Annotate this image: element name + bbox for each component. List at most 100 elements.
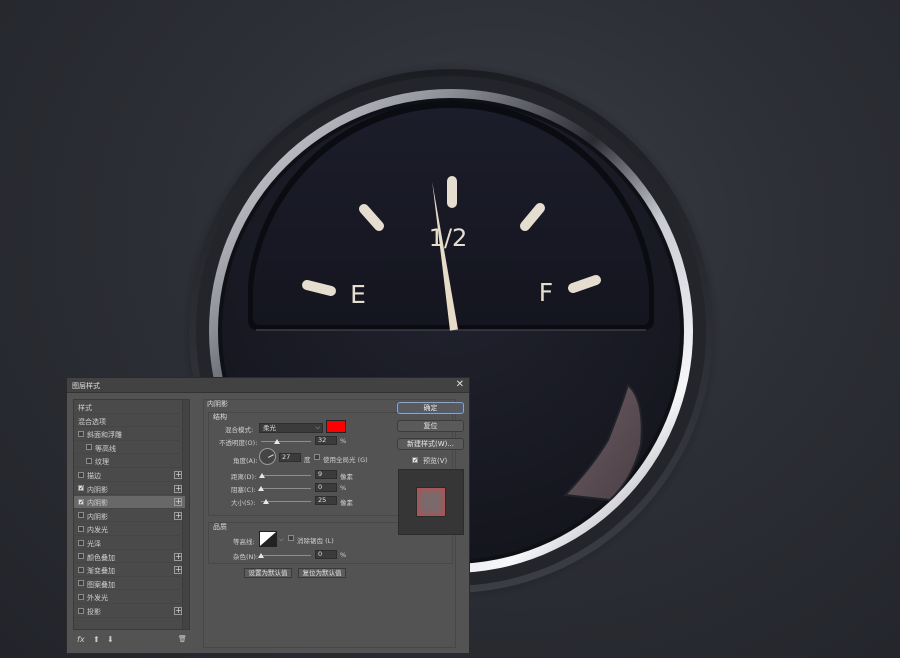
style-list-item[interactable]: 颜色叠加 + [74,551,185,564]
distance-input[interactable]: 9 [315,470,337,479]
style-list-item[interactable]: 外发光 [74,591,185,604]
preview-checkbox[interactable]: ✓ [412,457,418,464]
style-list-checkbox[interactable] [78,512,84,519]
choke-slider-thumb[interactable] [258,486,264,491]
opacity-slider-thumb[interactable] [274,439,280,444]
global-light-label: 使用全局光 (G) [323,456,368,464]
ok-button[interactable]: 确定 [397,402,464,414]
reset-default-button[interactable]: 复位为默认值 [298,568,346,578]
move-down-icon[interactable]: ⬇ [107,635,114,644]
angle-dial[interactable] [259,448,276,465]
angle-input[interactable]: 27 [279,453,301,462]
size-input[interactable]: 25 [315,496,337,505]
choke-unit: % [340,484,347,492]
style-list-item[interactable]: 内阴影 + [74,510,185,523]
style-list-checkbox[interactable] [78,430,84,437]
chevron-down-icon[interactable]: ⌵ [279,536,284,544]
style-list-checkbox[interactable] [78,566,84,573]
trash-icon[interactable]: 🗑 [178,635,187,643]
style-list-item-label: 斜面和浮雕 [87,431,122,440]
preview-label: 预览(V) [423,457,448,465]
size-slider[interactable] [261,497,311,505]
angle-dial-needle [268,454,274,458]
style-list-checkbox[interactable]: ✓ [78,498,84,505]
add-effect-icon[interactable]: + [174,607,182,615]
distance-slider-thumb[interactable] [259,473,265,478]
style-list-item-label: 纹理 [95,458,109,467]
style-list-item-label: 渐变叠加 [87,567,115,576]
add-effect-icon[interactable]: + [174,511,182,520]
noise-slider-thumb[interactable] [258,553,264,558]
style-list-item[interactable]: ✓ 内阴影 + [74,483,185,496]
style-list-item[interactable]: 描边 + [74,469,185,482]
move-up-icon[interactable]: ⬆ [93,635,100,644]
antialias-checkbox[interactable] [288,535,294,541]
noise-slider[interactable] [258,551,311,559]
style-list-item[interactable]: 纹理 [74,455,185,468]
contour-label: 等高线: [233,538,255,546]
style-list-checkbox[interactable] [78,471,84,478]
structure-title: 结构 [213,413,227,421]
new-style-button[interactable]: 新建样式(W)... [397,438,464,450]
style-list-footer: fx ⬆ ⬇ 🗑 [73,634,190,648]
noise-input[interactable]: 0 [315,550,337,559]
add-effect-icon[interactable]: + [174,552,182,561]
size-slider-thumb[interactable] [263,499,269,504]
quality-title: 品质 [213,523,227,531]
opacity-label: 不透明度(O): [219,439,258,447]
distance-unit: 像素 [340,473,353,481]
reset-button[interactable]: 复位 [397,420,464,432]
global-light-checkbox[interactable] [314,454,320,460]
blend-mode-dropdown[interactable]: 柔光 ⌵ [259,423,323,433]
noise-label: 杂色(N): [233,553,259,561]
angle-label: 角度(A): [233,457,258,465]
gauge-tick-empty [302,280,336,296]
section-title-inner-shadow: 内阴影 [207,400,228,408]
style-list-item[interactable]: 等高线 [74,442,185,455]
style-preview-thumbnail [398,469,464,535]
style-list-item[interactable]: 混合选项 [74,415,185,428]
add-effect-icon[interactable]: + [174,498,182,507]
add-effect-icon[interactable]: + [174,471,182,479]
style-list-item[interactable]: ✓ 内阴影 + [74,496,185,509]
size-label: 大小(S): [231,499,256,507]
style-list-checkbox[interactable] [78,580,84,587]
gauge-label-half: 1/2 [429,224,468,252]
add-effect-icon[interactable]: + [174,566,182,575]
angle-unit: 度 [304,456,311,464]
style-list-item[interactable]: 光泽 [74,537,185,550]
style-list-item-label: 内发光 [87,526,108,535]
style-list-checkbox[interactable] [78,553,84,560]
style-list-item[interactable]: 斜面和浮雕 [74,428,185,441]
style-list-checkbox[interactable] [86,444,92,451]
style-list-item[interactable]: 内发光 [74,523,185,536]
style-list-checkbox[interactable]: ✓ [78,485,84,492]
add-effect-icon[interactable]: + [174,484,182,493]
opacity-input[interactable]: 32 [315,436,337,445]
opacity-slider[interactable] [261,437,311,445]
style-list-checkbox[interactable] [86,457,92,464]
choke-input[interactable]: 0 [315,483,337,492]
contour-picker[interactable] [259,531,277,547]
style-list-item-label: 等高线 [95,444,116,453]
style-list-item[interactable]: 样式 [74,401,185,414]
close-icon[interactable]: ✕ [456,379,464,390]
style-list-item[interactable]: 投影 + [74,605,185,618]
dialog-title: 图层样式 [72,382,100,390]
style-list-item-label: 颜色叠加 [87,553,115,562]
style-list-checkbox[interactable] [78,607,84,614]
blend-color-swatch[interactable] [326,420,346,433]
fx-icon[interactable]: fx [77,635,85,644]
choke-slider[interactable] [258,484,311,492]
style-list-checkbox[interactable] [78,539,84,546]
style-list-item-label: 内阴影 [87,512,108,521]
antialias-label: 消除锯齿 (L) [297,537,334,545]
style-list-item-label: 投影 [87,608,101,616]
style-list-item-label: 内阴影 [87,499,108,508]
distance-slider[interactable] [259,471,311,479]
make-default-button[interactable]: 设置为默认值 [244,568,292,578]
style-list-item[interactable]: 图案叠加 [74,578,185,591]
style-list-checkbox[interactable] [78,525,84,532]
style-list-checkbox[interactable] [78,593,84,600]
style-list-item[interactable]: 渐变叠加 + [74,564,185,577]
